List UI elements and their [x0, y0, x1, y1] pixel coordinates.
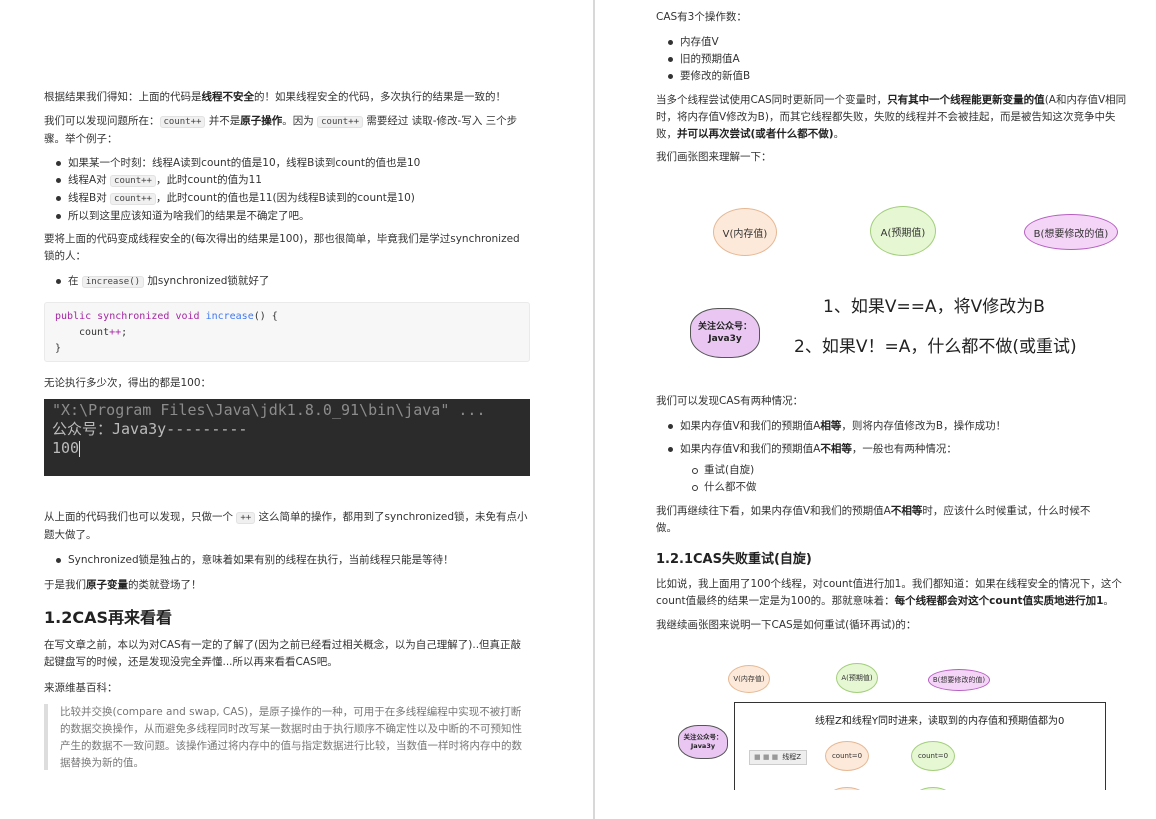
diagram-rule-1: 1、如果V==A，将V修改为B [823, 297, 1045, 317]
section-heading: 1.2CAS再来看看 [44, 608, 172, 627]
count-node-partial [911, 787, 955, 790]
thread-caption: 线程Z和线程Y同时进来，读取到的内存值和预期值都为0 [815, 716, 1065, 727]
terminal-output: "X:\Program Files\Java\jdk1.8.0_91\bin\j… [44, 399, 530, 476]
list-item: Synchronized锁是独占的，意味着如果有别的线程在执行，当前线程只能是等… [44, 552, 454, 569]
paragraph-sync: 要将上面的代码变成线程安全的(每次得出的结果是100)，那也很简单，毕竟我们是学… [44, 233, 520, 262]
cas-diagram: V(内存值) A(预期值) B(想要修改的值) 1、如果V==A，将V修改为B … [658, 190, 1138, 370]
thread-box: 线程Z和线程Y同时进来，读取到的内存值和预期值都为0 ■ ■ ■ 线程Z coun… [734, 702, 1106, 790]
paragraph-atomic: 于是我们原子变量的类就登场了！ [44, 579, 202, 591]
retry-diagram: V(内存值) A(预期值) B(想要修改的值) 线程Z和线程Y同时进来，读取到的… [656, 655, 1136, 790]
sync-note-list: Synchronized锁是独占的，意味着如果有别的线程在执行，当前线程只能是等… [44, 552, 454, 569]
subsection-heading: 1.2.1CAS失败重试(自旋) [656, 552, 812, 567]
list-item: 内存值V [656, 34, 750, 51]
paragraph-draw: 我们画张图来理解一下： [656, 151, 772, 163]
list-item: 在 increase() 加synchronized锁就好了 [44, 273, 269, 291]
a-expected-node: A(预期值) [870, 206, 936, 256]
list-item: 重试(自旋) [680, 462, 757, 479]
count-node: count=0 [825, 741, 869, 771]
count-node-partial [825, 787, 869, 790]
list-item: 线程B对 count++ ，此时count的值也是11(因为线程B读到的count… [44, 190, 420, 208]
paragraph-result: 根据结果我们得知：上面的代码是线程不安全的！如果线程安全的代码，多次执行的结果是… [44, 91, 506, 103]
operand-list: 内存值V 旧的预期值A 要修改的新值B [656, 34, 750, 85]
sub-cases-list: 重试(自旋) 什么都不做 [680, 462, 757, 496]
diagram-rule-2: 2、如果V！=A，什么都不做(或重试) [794, 337, 1077, 357]
list-item: 线程A对 count++ ，此时count的值为11 [44, 172, 420, 190]
v-memory-node: V(内存值) [728, 665, 770, 693]
paragraph-example: 比如说，我上面用了100个线程，对count值进行加1。我们都知道：如果在线程安… [656, 578, 1122, 607]
blockquote: 比较并交换(compare and swap, CAS)，是原子操作的一种，可用… [44, 704, 530, 770]
watermark-cloud: 关注公众号： Java3y [690, 308, 760, 358]
terminal-line: 100 [52, 439, 81, 457]
code-block: public synchronized void increase() { co… [44, 302, 530, 362]
inline-code: count++ [159, 116, 206, 128]
list-item: 什么都不做 [680, 479, 757, 496]
b-new-value-node: B(想要修改的值) [1024, 214, 1118, 250]
paragraph-result-100: 无论执行多少次，得出的都是100： [44, 377, 212, 389]
v-memory-node: V(内存值) [713, 208, 777, 256]
terminal-line: "X:\Program Files\Java\jdk1.8.0_91\bin\j… [52, 401, 486, 419]
count-node: count=0 [911, 741, 955, 771]
example-list: 如果某一个时刻：线程A读到count的值是10，线程B读到count的值也是10… [44, 155, 420, 225]
paragraph-intro: 在写文章之前，本以为对CAS有一定的了解了(因为之前已经看过相关概念，以为自己理… [44, 639, 522, 668]
a-expected-node: A(预期值) [836, 663, 878, 693]
list-item: 如果内存值V和我们的预期值A不相等，一般也有两种情况： [656, 441, 1006, 458]
sync-list: 在 increase() 加synchronized锁就好了 [44, 273, 269, 291]
paragraph-cas-desc: 当多个线程尝试使用CAS同时更新同一个变量时，只有其中一个线程能更新变量的值(A… [656, 94, 1127, 140]
paragraph-operands: CAS有3个操作数： [656, 11, 747, 23]
page-divider [593, 0, 595, 819]
list-item: 如果内存值V和我们的预期值A相等，则将内存值修改为B，操作成功！ [656, 418, 1006, 435]
paragraph-two-cases: 我们可以发现CAS有两种情况： [656, 395, 804, 407]
terminal-line: 公众号：Java3y--------- [52, 420, 248, 438]
paragraph-source: 来源维基百科： [44, 682, 118, 694]
left-page: 根据结果我们得知：上面的代码是线程不安全的！如果线程安全的代码，多次执行的结果是… [0, 0, 593, 819]
paragraph-retry: 我继续画张图来说明一下CAS是如何重试(循环再试)的： [656, 619, 917, 631]
b-new-value-node: B(想要修改的值) [928, 669, 990, 691]
cases-list: 如果内存值V和我们的预期值A相等，则将内存值修改为B，操作成功！ 如果内存值V和… [656, 418, 1006, 458]
right-page: CAS有3个操作数： 内存值V 旧的预期值A 要修改的新值B 当多个线程尝试使用… [596, 0, 1156, 819]
list-item: 旧的预期值A [656, 51, 750, 68]
list-item: 所以到这里应该知道为啥我们的结果是不确定了吧。 [44, 208, 420, 225]
list-item: 如果某一个时刻：线程A读到count的值是10，线程B读到count的值也是10 [44, 155, 420, 172]
list-item: 要修改的新值B [656, 68, 750, 85]
thread-z-label: ■ ■ ■ 线程Z [749, 750, 807, 765]
paragraph-continue: 我们再继续往下看，如果内存值V和我们的预期值A不相等时，应该什么时候重试，什么时… [656, 505, 1091, 534]
paragraph-problem: 我们可以发现问题所在： count++ 并不是原子操作。因为 count++ 需要… [44, 115, 518, 145]
inline-code: count++ [317, 116, 364, 128]
watermark-cloud: 关注公众号： Java3y [678, 725, 728, 759]
paragraph-overkill: 从上面的代码我们也可以发现，只做一个 ++ 这么简单的操作，都用到了synchr… [44, 511, 528, 541]
